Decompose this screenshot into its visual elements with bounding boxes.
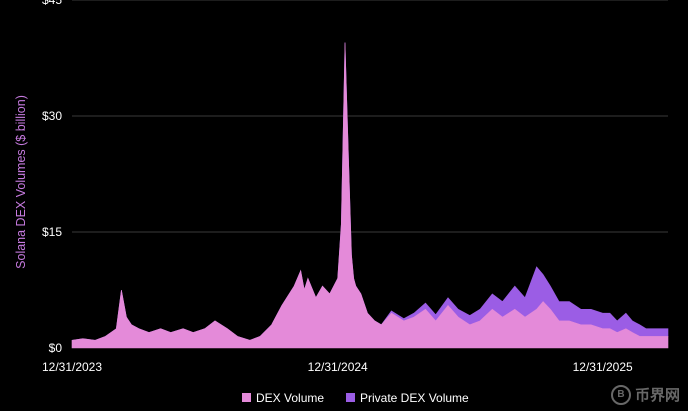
watermark-logo: B 币界网 xyxy=(610,384,680,405)
area-series-group xyxy=(71,42,669,349)
area-private-dex-volume xyxy=(71,42,669,341)
x-tick-label-2: 12/31/2025 xyxy=(573,360,633,374)
y-tick-label-0: $0 xyxy=(49,341,63,355)
legend-label-0: DEX Volume xyxy=(256,391,324,405)
y-tick-label-3: $45 xyxy=(42,0,62,7)
legend-swatch-0 xyxy=(242,393,251,402)
coin-icon: B xyxy=(610,384,631,405)
y-axis-tick-labels: $0 $15 $30 $45 xyxy=(42,0,62,355)
y-tick-label-1: $15 xyxy=(42,225,62,239)
x-tick-label-0: 12/31/2023 xyxy=(42,360,102,374)
legend: DEX Volume Private DEX Volume xyxy=(242,391,469,405)
x-tick-label-1: 12/31/2024 xyxy=(308,360,368,374)
watermark-text: 币界网 xyxy=(634,386,680,404)
legend-label-1: Private DEX Volume xyxy=(360,391,469,405)
y-axis-title: Solana DEX Volumes ($ billion) xyxy=(14,95,28,269)
x-axis-tick-labels: 12/31/2023 12/31/2024 12/31/2025 xyxy=(42,360,633,374)
area-dex-volume xyxy=(71,42,669,349)
legend-swatch-1 xyxy=(346,393,355,402)
y-tick-label-2: $30 xyxy=(42,109,62,123)
dex-volume-chart: $0$15$30$45 12/31/2023 12/31/2024 12/31/20… xyxy=(14,0,669,405)
gridlines xyxy=(72,0,668,233)
